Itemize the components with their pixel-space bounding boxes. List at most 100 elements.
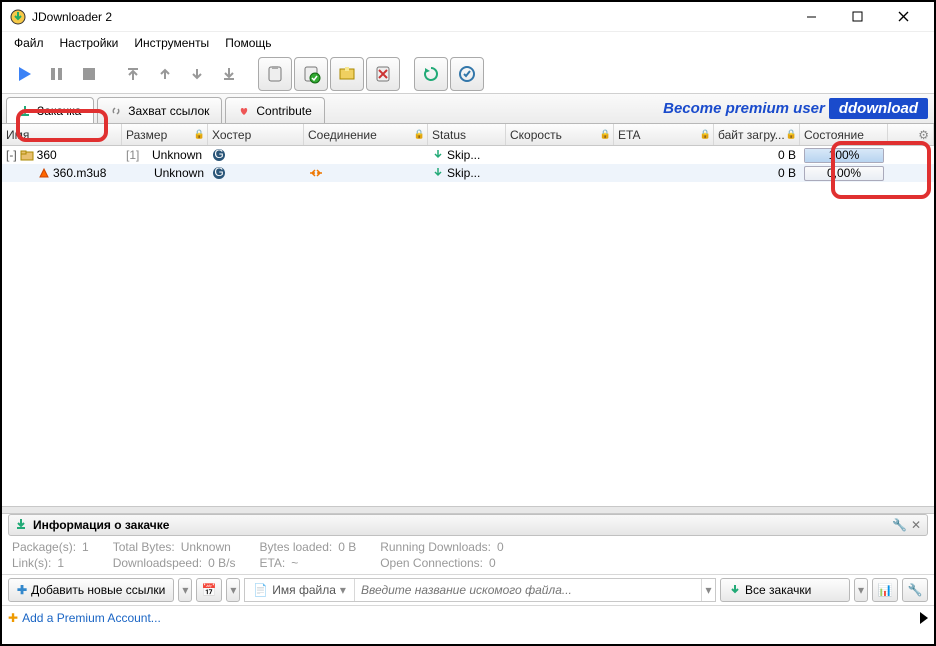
window-title: JDownloader 2 xyxy=(32,10,788,24)
tab-downloads-label: Закачка xyxy=(37,104,81,118)
toolbar xyxy=(2,54,934,94)
wrench-icon: 🔧 xyxy=(908,583,923,597)
tab-linkgrabber[interactable]: Захват ссылок xyxy=(97,97,222,123)
add-premium-link[interactable]: ✚ Add a Premium Account... xyxy=(8,611,920,625)
overview-button[interactable]: 📊 xyxy=(872,578,898,602)
all-downloads-button[interactable]: Все закачки xyxy=(720,578,850,602)
menubar: Файл Настройки Инструменты Помощь xyxy=(2,32,934,54)
row-status: Skip... xyxy=(447,148,480,162)
col-settings[interactable]: ⚙ xyxy=(888,124,934,145)
col-status[interactable]: Status xyxy=(428,124,506,145)
hoster-icon: G xyxy=(212,148,226,162)
close-icon[interactable]: ✕ xyxy=(911,518,921,532)
list-icon: 📊 xyxy=(878,583,893,597)
minimize-button[interactable] xyxy=(788,3,834,31)
premium-text: Become premium user xyxy=(663,100,825,117)
hoster-icon: G xyxy=(212,166,226,180)
row-bytes: 0 B xyxy=(778,148,796,162)
calendar-dropdown[interactable]: ▾ xyxy=(226,578,240,602)
row-count: [1] xyxy=(126,148,139,162)
stop-button[interactable] xyxy=(74,59,104,89)
tab-downloads[interactable]: Закачка xyxy=(6,97,94,123)
move-up-button[interactable] xyxy=(150,59,180,89)
row-size: Unknown xyxy=(152,148,202,162)
download-arrow-icon xyxy=(19,105,31,117)
link-icon xyxy=(110,105,122,117)
svg-text:G: G xyxy=(214,148,223,161)
all-downloads-dropdown[interactable]: ▾ xyxy=(854,578,868,602)
connection-icon xyxy=(308,168,324,178)
col-connection[interactable]: Соединение🔒 xyxy=(304,124,428,145)
row-size: Unknown xyxy=(154,166,204,180)
col-hoster[interactable]: Хостер xyxy=(208,124,304,145)
tab-contribute-label: Contribute xyxy=(256,104,311,118)
lock-icon: 🔒 xyxy=(414,129,425,140)
move-top-button[interactable] xyxy=(118,59,148,89)
menu-file[interactable]: Файл xyxy=(6,34,52,52)
table-row[interactable]: 360.m3u8 Unknown G Skip... 0 B 0,00% xyxy=(2,164,934,182)
premium-badge: ddownload xyxy=(829,98,928,119)
premium-banner[interactable]: Become premium user ddownload xyxy=(663,96,928,120)
search-input[interactable] xyxy=(355,583,701,597)
move-down-button[interactable] xyxy=(182,59,212,89)
download-arrow-icon xyxy=(729,584,741,596)
lock-icon: 🔒 xyxy=(600,129,611,140)
menu-tools[interactable]: Инструменты xyxy=(126,34,217,52)
info-panel-header: Информация о закачке 🔧 ✕ xyxy=(8,514,928,536)
pause-button[interactable] xyxy=(42,59,72,89)
lock-icon: 🔒 xyxy=(194,129,205,140)
add-links-dropdown[interactable]: ▾ xyxy=(178,578,192,602)
col-name[interactable]: Имя xyxy=(2,124,122,145)
gear-icon: ⚙ xyxy=(918,128,929,142)
search-bar: 📄 Имя файла ▾ ▾ xyxy=(244,578,716,602)
table-row[interactable]: [-] 360 [1] Unknown G Skip... 0 B 100% xyxy=(2,146,934,164)
play-button[interactable] xyxy=(10,59,40,89)
row-bytes: 0 B xyxy=(778,166,796,180)
add-links-button[interactable]: ✚ Добавить новые ссылки xyxy=(8,578,174,602)
menu-settings[interactable]: Настройки xyxy=(52,34,127,52)
status-icon xyxy=(432,149,444,161)
clipboard-button[interactable] xyxy=(258,57,292,91)
status-icon xyxy=(432,167,444,179)
update-button[interactable] xyxy=(450,57,484,91)
clipboard-watch-button[interactable] xyxy=(294,57,328,91)
col-state[interactable]: Состояние xyxy=(800,124,888,145)
tree-expander[interactable]: [-] xyxy=(6,148,17,162)
file-icon xyxy=(38,167,50,179)
row-status: Skip... xyxy=(447,166,480,180)
info-panel-body: Package(s):1 Link(s):1 Total Bytes:Unkno… xyxy=(2,536,934,574)
svg-text:G: G xyxy=(214,166,223,179)
calendar-button[interactable]: 📅 xyxy=(196,578,222,602)
calendar-icon: 📅 xyxy=(202,583,217,597)
search-dropdown[interactable]: ▾ xyxy=(701,579,715,601)
tab-contribute[interactable]: Contribute xyxy=(225,97,324,123)
search-type-selector[interactable]: 📄 Имя файла ▾ xyxy=(245,579,355,601)
app-icon xyxy=(10,9,26,25)
col-eta[interactable]: ETA🔒 xyxy=(614,124,714,145)
wrench-icon[interactable]: 🔧 xyxy=(892,518,907,532)
close-button[interactable] xyxy=(880,3,926,31)
progress-bar: 100% xyxy=(804,148,884,163)
heart-icon xyxy=(238,105,250,117)
move-bottom-button[interactable] xyxy=(214,59,244,89)
package-icon xyxy=(20,149,34,161)
maximize-button[interactable] xyxy=(834,3,880,31)
expand-arrow-icon[interactable] xyxy=(920,612,928,624)
document-icon: 📄 xyxy=(253,583,268,597)
plus-icon: ✚ xyxy=(17,583,27,597)
tab-linkgrabber-label: Захват ссылок xyxy=(128,104,209,118)
splitter[interactable] xyxy=(2,506,934,514)
col-size[interactable]: Размер🔒 xyxy=(122,124,208,145)
reconnect-button[interactable] xyxy=(414,57,448,91)
bottom-toolbar: ✚ Добавить новые ссылки ▾ 📅 ▾ 📄 Имя файл… xyxy=(2,574,934,605)
titlebar: JDownloader 2 xyxy=(2,2,934,32)
settings-button[interactable]: 🔧 xyxy=(902,578,928,602)
lock-icon: 🔒 xyxy=(786,129,797,140)
tabs-row: Закачка Захват ссылок Contribute Become … xyxy=(2,94,934,124)
col-bytes-loaded[interactable]: байт загру...🔒 xyxy=(714,124,800,145)
menu-help[interactable]: Помощь xyxy=(217,34,279,52)
col-speed[interactable]: Скорость🔒 xyxy=(506,124,614,145)
remove-button[interactable] xyxy=(366,57,400,91)
auto-extract-button[interactable] xyxy=(330,57,364,91)
row-name: 360.m3u8 xyxy=(53,166,106,180)
